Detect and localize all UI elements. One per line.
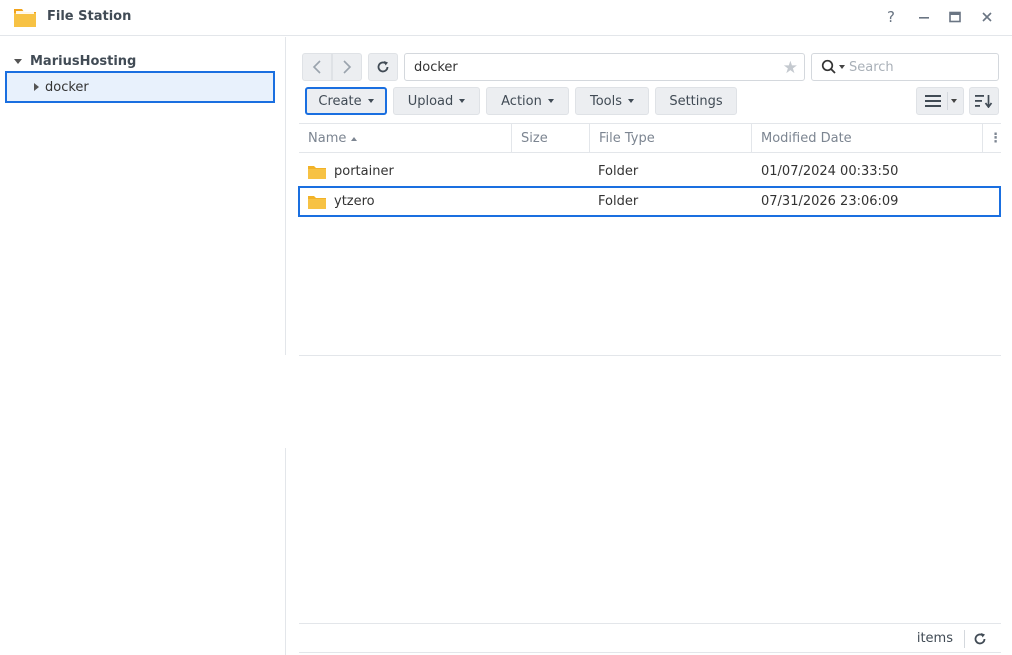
- chevron-down-icon[interactable]: [951, 99, 957, 103]
- settings-button-label: Settings: [669, 93, 723, 109]
- file-type-cell: Folder: [598, 194, 639, 209]
- help-button[interactable]: ?: [879, 6, 903, 28]
- tools-button[interactable]: Tools: [575, 87, 649, 115]
- sort-ascending-icon: [351, 136, 358, 141]
- file-type-cell: Folder: [598, 164, 639, 179]
- view-divider: [947, 92, 948, 110]
- settings-button[interactable]: Settings: [655, 87, 737, 115]
- chevron-down-icon: [459, 99, 466, 103]
- title-bar: File Station ?: [0, 0, 1012, 36]
- refresh-button[interactable]: [368, 53, 398, 81]
- tree-root-label: MariusHosting: [30, 53, 137, 69]
- path-bar[interactable]: docker ★: [404, 53, 805, 81]
- modified-date-cell: 01/07/2024 00:33:50: [761, 164, 899, 179]
- path-text: docker: [414, 60, 458, 75]
- file-name-cell: ytzero: [308, 188, 375, 215]
- folder-icon: [308, 195, 326, 209]
- file-name-cell: portainer: [308, 157, 394, 186]
- upload-button-label: Upload: [407, 93, 454, 109]
- create-button-label: Create: [318, 93, 362, 109]
- upload-button[interactable]: Upload: [393, 87, 480, 115]
- chevron-down-icon: [547, 99, 554, 103]
- star-icon[interactable]: ★: [783, 58, 798, 78]
- maximize-button[interactable]: [943, 6, 967, 28]
- status-refresh-button[interactable]: [971, 630, 989, 648]
- close-button[interactable]: [975, 6, 999, 28]
- table-header: Name Size File Type Modified Date ⋮: [299, 123, 1002, 153]
- tree-item-docker[interactable]: docker: [5, 71, 275, 103]
- chevron-left-icon: [312, 60, 321, 74]
- forward-button[interactable]: [332, 53, 362, 81]
- tree-root-mariushosting[interactable]: MariusHosting: [14, 51, 136, 71]
- search-input[interactable]: [849, 59, 979, 75]
- search-icon[interactable]: [821, 59, 837, 75]
- sidebar-divider: [285, 37, 286, 355]
- back-button[interactable]: [302, 53, 332, 81]
- close-icon: [982, 12, 992, 22]
- column-header-modified[interactable]: Modified Date: [752, 124, 983, 153]
- chevron-down-icon: [367, 99, 374, 103]
- refresh-icon: [974, 633, 986, 645]
- chevron-down-icon: [628, 99, 635, 103]
- sort-button[interactable]: [969, 87, 999, 115]
- minimize-icon: [919, 17, 929, 19]
- column-menu-button[interactable]: ⋮: [983, 124, 1002, 153]
- column-header-type[interactable]: File Type: [590, 124, 752, 153]
- file-name: portainer: [334, 164, 394, 179]
- item-count-label: items: [916, 631, 953, 646]
- tools-button-label: Tools: [589, 93, 623, 109]
- list-view-icon: [925, 95, 941, 107]
- modified-date-cell: 07/31/2026 23:06:09: [761, 194, 899, 209]
- column-header-name[interactable]: Name: [299, 124, 512, 153]
- chevron-down-icon[interactable]: [839, 65, 845, 69]
- tree-item-label: docker: [45, 79, 89, 95]
- status-bar: items: [299, 623, 1001, 653]
- sort-icon: [975, 95, 993, 108]
- status-divider: [964, 630, 965, 648]
- folder-icon: [308, 165, 326, 179]
- column-name-label: Name: [308, 131, 347, 146]
- folder-tree: MariusHosting docker: [0, 37, 286, 655]
- view-mode-button[interactable]: [916, 87, 964, 115]
- table-row[interactable]: ytzero Folder 07/31/2026 23:06:09: [298, 186, 1001, 217]
- action-button[interactable]: Action: [486, 87, 569, 115]
- file-station-folder-icon: [14, 9, 36, 27]
- collapse-arrow-icon[interactable]: [34, 83, 39, 91]
- minimize-button[interactable]: [912, 6, 936, 28]
- sidebar-divider: [285, 448, 286, 655]
- action-button-label: Action: [501, 93, 542, 109]
- refresh-icon: [377, 61, 389, 73]
- chevron-right-icon: [343, 60, 352, 74]
- window-title: File Station: [47, 9, 132, 24]
- expand-arrow-icon[interactable]: [14, 58, 22, 64]
- table-row[interactable]: portainer Folder 01/07/2024 00:33:50: [299, 157, 1001, 186]
- file-name: ytzero: [334, 194, 375, 209]
- file-list: Name Size File Type Modified Date ⋮ port…: [298, 123, 1002, 356]
- create-button[interactable]: Create: [305, 87, 387, 115]
- search-field[interactable]: [811, 53, 999, 81]
- maximize-icon: [949, 11, 961, 23]
- list-divider: [299, 355, 1001, 356]
- column-header-size[interactable]: Size: [512, 124, 590, 153]
